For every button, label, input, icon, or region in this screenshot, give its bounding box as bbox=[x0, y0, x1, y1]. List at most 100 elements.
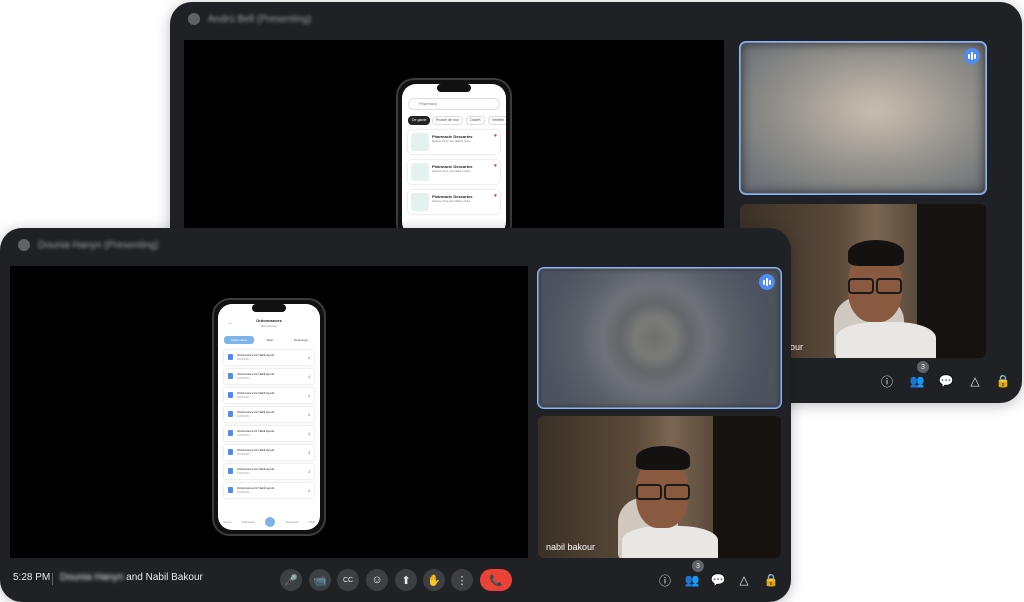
doc-date: 10/06/2024 bbox=[237, 358, 250, 361]
nav-item-documents: Documents bbox=[285, 520, 299, 524]
blurred-participant-video bbox=[538, 268, 781, 408]
front-participant-tile-speaking[interactable] bbox=[537, 267, 782, 409]
doc-name: Ordonnance Dr Nabil Ayoub bbox=[237, 391, 275, 395]
speaking-indicator-icon bbox=[964, 48, 980, 64]
info-icon[interactable]: ⓘ bbox=[878, 372, 896, 390]
end-call-button[interactable]: 📞 bbox=[480, 569, 512, 591]
pharmacy-name: Pharmacie Descartes bbox=[432, 194, 473, 199]
download-icon: ⤓ bbox=[308, 392, 310, 397]
nav-item-profile: Profil bbox=[309, 520, 315, 524]
pharmacy-search-field: Pharmacy bbox=[408, 98, 500, 110]
pharmacy-address: Adresse: 60 av. des Nations Unies bbox=[432, 200, 471, 203]
presenter-avatar-icon bbox=[188, 13, 200, 25]
speaking-indicator-icon bbox=[759, 274, 775, 290]
present-screen-button[interactable]: ⬆ bbox=[395, 569, 417, 591]
doc-date: 10/06/2024 bbox=[237, 434, 250, 437]
activities-icon[interactable]: △ bbox=[966, 372, 984, 390]
chat-icon[interactable]: 💬 bbox=[709, 571, 727, 589]
chat-icon[interactable]: 💬 bbox=[937, 372, 955, 390]
raise-hand-button[interactable]: ✋ bbox=[423, 569, 445, 591]
doc-name: Ordonnance Dr Nabil Ayoub bbox=[237, 353, 275, 357]
doc-date: 10/06/2024 bbox=[237, 472, 250, 475]
phone-notch bbox=[252, 304, 286, 312]
divider bbox=[52, 573, 53, 585]
participant-count-badge: 3 bbox=[692, 560, 704, 572]
download-icon: ⤓ bbox=[308, 487, 310, 492]
app-subtitle: Mes fichiers bbox=[260, 324, 277, 328]
doc-date: 10/06/2024 bbox=[237, 396, 250, 399]
doc-date: 10/06/2024 bbox=[237, 415, 250, 418]
document-row: Ordonnance Dr Nabil Ayoub 10/06/2024 ⤓ bbox=[224, 407, 314, 422]
participant-name: our bbox=[790, 342, 804, 352]
filter-chip: Vérifiée bbox=[488, 116, 506, 125]
pharmacy-address: Adresse: 60 av. des Nations Unies bbox=[432, 140, 471, 143]
blurred-participant-name: Dounia Hanyn bbox=[60, 572, 124, 583]
presenter-avatar-icon bbox=[18, 239, 30, 251]
nav-item-pharmacies: Pharmacies bbox=[241, 520, 255, 524]
back-phone-screen: Pharmacy De garde Proche de moi Ouvert V… bbox=[402, 84, 506, 236]
download-icon: ⤓ bbox=[308, 411, 310, 416]
doc-name: Ordonnance Dr Nabil Ayoub bbox=[237, 448, 275, 452]
meeting-time: 5:28 PM bbox=[13, 572, 51, 583]
info-icon[interactable]: ⓘ bbox=[656, 571, 674, 589]
back-window-titlebar: Andrú Bell (Presenting) bbox=[170, 2, 1022, 36]
participant-count-badge: 3 bbox=[917, 361, 929, 373]
participant-names-text: and Nabil Bakour bbox=[126, 572, 203, 583]
meeting-participants: Dounia Hanyn and Nabil Bakour bbox=[60, 572, 203, 583]
host-controls-icon[interactable]: 🔒 bbox=[994, 372, 1012, 390]
document-row: Ordonnance Dr Nabil Ayoub 10/06/2024 ⤓ bbox=[224, 369, 314, 384]
doc-date: 10/06/2024 bbox=[237, 377, 250, 380]
download-icon: ⤓ bbox=[308, 354, 310, 359]
doc-date: 10/06/2024 bbox=[237, 491, 250, 494]
microphone-button[interactable]: 🎤 bbox=[280, 569, 302, 591]
doc-name: Ordonnance Dr Nabil Ayoub bbox=[237, 410, 275, 414]
front-phone-screen: ← Ordonnances Mes fichiers Ordonnance Bi… bbox=[218, 304, 320, 530]
doc-name: Ordonnance Dr Nabil Ayoub bbox=[237, 486, 275, 490]
front-presentation-area: ← Ordonnances Mes fichiers Ordonnance Bi… bbox=[10, 266, 528, 558]
doc-name: Ordonnance Dr Nabil Ayoub bbox=[237, 467, 275, 471]
captions-button[interactable]: CC bbox=[337, 569, 359, 591]
app-bottom-nav: Accueil Pharmacies Documents Profil bbox=[218, 514, 320, 530]
back-phone-mockup: Pharmacy De garde Proche de moi Ouvert V… bbox=[396, 78, 512, 242]
activities-icon[interactable]: △ bbox=[735, 571, 753, 589]
pharmacy-thumb-icon bbox=[411, 133, 429, 151]
host-controls-icon[interactable]: 🔒 bbox=[762, 571, 780, 589]
emoji-button[interactable]: ☺ bbox=[366, 569, 388, 591]
app-title: Ordonnances bbox=[256, 318, 282, 323]
doc-tab: Radiologie bbox=[293, 338, 309, 342]
document-row: Ordonnance Dr Nabil Ayoub 10/06/2024 ⤓ bbox=[224, 483, 314, 498]
participant-video bbox=[538, 416, 781, 558]
camera-button[interactable]: 📹 bbox=[309, 569, 331, 591]
more-options-button[interactable]: ⋮ bbox=[451, 569, 473, 591]
pharmacy-card: Pharmacie Descartes Adresse: 60 av. des … bbox=[408, 130, 500, 154]
download-icon: ⤓ bbox=[308, 430, 310, 435]
filter-chip: De garde bbox=[408, 116, 431, 125]
front-participant-tile[interactable]: nabil bakour bbox=[538, 416, 781, 558]
pharmacy-thumb-icon bbox=[411, 163, 429, 181]
filter-chip: Proche de moi bbox=[432, 116, 463, 125]
front-window-titlebar: Dounia Hanyn (Presenting) bbox=[0, 228, 791, 262]
blurred-participant-video bbox=[740, 42, 986, 194]
people-icon[interactable]: 👥 bbox=[683, 571, 701, 589]
heart-icon: ♥ bbox=[494, 193, 497, 199]
back-window-title: Andrú Bell (Presenting) bbox=[208, 13, 312, 25]
nav-item-home: Accueil bbox=[223, 520, 232, 524]
phone-notch bbox=[437, 84, 471, 92]
people-icon[interactable]: 👥 bbox=[908, 372, 926, 390]
nav-item-center-icon bbox=[265, 517, 276, 527]
doc-date: 10/06/2024 bbox=[237, 453, 250, 456]
pharmacy-card: Pharmacie Descartes Adresse: 60 av. des … bbox=[408, 190, 500, 214]
doc-name: Ordonnance Dr Nabil Ayoub bbox=[237, 372, 275, 376]
filter-chip: Ouvert bbox=[466, 116, 485, 125]
participant-name: nabil bakour bbox=[546, 542, 596, 552]
pharmacy-thumb-icon bbox=[411, 193, 429, 211]
download-icon: ⤓ bbox=[308, 468, 310, 473]
back-participant-tile-speaking[interactable] bbox=[739, 41, 987, 195]
pharmacy-address: Adresse: 60 av. des Nations Unies bbox=[432, 170, 471, 173]
document-row: Ordonnance Dr Nabil Ayoub 10/06/2024 ⤓ bbox=[224, 350, 314, 365]
back-presentation-area: Pharmacy De garde Proche de moi Ouvert V… bbox=[184, 40, 724, 242]
meeting-control-bar: 5:28 PM Dounia Hanyn and Nabil Bakour 🎤 … bbox=[0, 558, 791, 602]
doc-tab: Bilan bbox=[266, 338, 274, 342]
download-icon: ⤓ bbox=[308, 449, 310, 454]
heart-icon: ♥ bbox=[494, 163, 497, 169]
